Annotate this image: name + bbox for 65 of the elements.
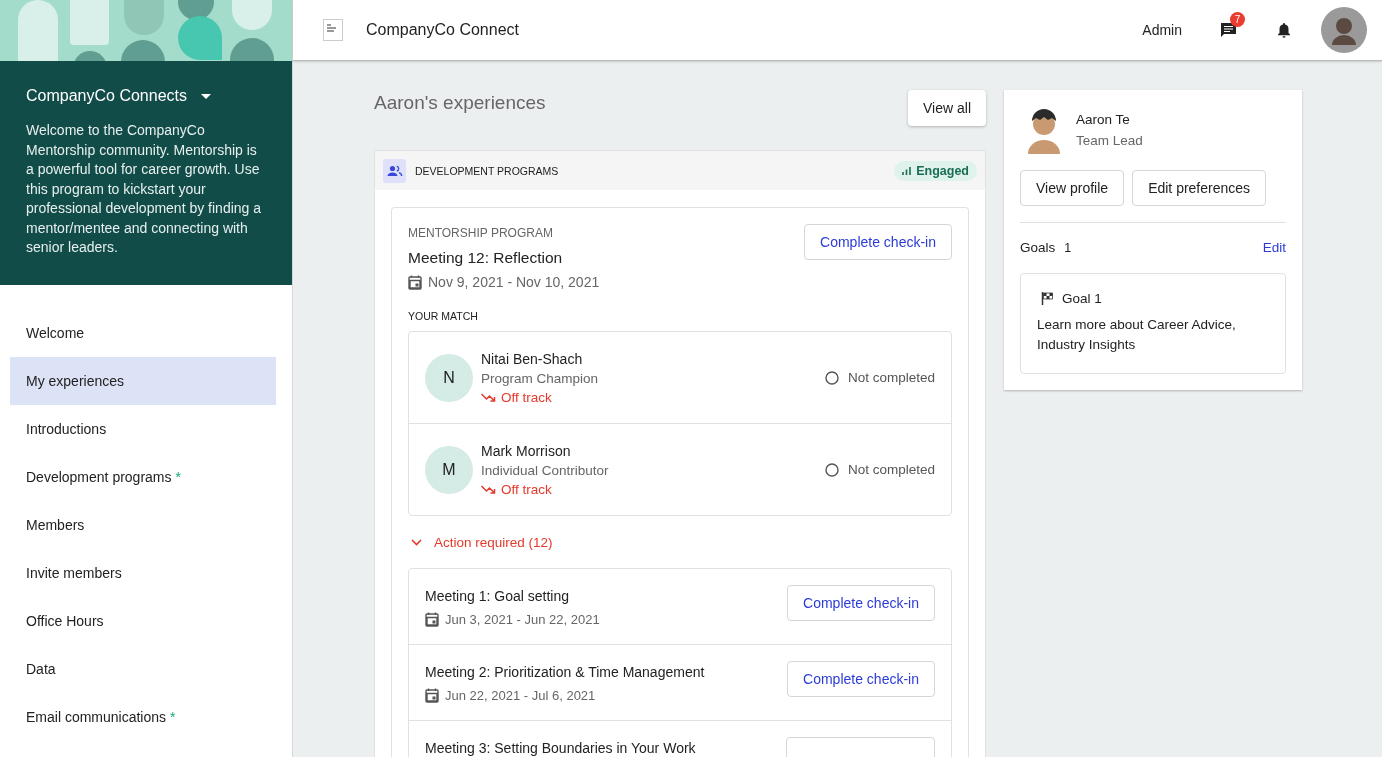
match-name: Mark Morrison [481, 442, 572, 459]
circle-icon [824, 462, 839, 477]
profile-name: Aaron Te [1076, 112, 1131, 127]
calendar-icon [425, 612, 439, 627]
trend-down-icon [481, 484, 496, 494]
profile-button[interactable]: View profile [1020, 170, 1125, 206]
calendar-icon [408, 274, 422, 290]
profile-role: Team Lead [1076, 133, 1143, 148]
meeting-title: Meeting 2: Prioritization & Time Management [425, 663, 705, 680]
nav-item[interactable]: My experiences [10, 357, 276, 405]
nav-item[interactable]: Introductions [10, 405, 276, 453]
meeting-dates: Jun 22, 2021 - Jul 6, 2021 [445, 688, 596, 703]
nav-item[interactable]: Email communications * [10, 693, 276, 741]
page-title: Aaron's experiences [374, 91, 546, 114]
trend-down-icon [481, 392, 496, 402]
check-in-button[interactable]: Complete check-in [787, 661, 935, 697]
program-category: MENTORSHIP PROGRAM [408, 226, 554, 240]
notification-badge: 7 [1230, 11, 1245, 27]
initial-avatar: N [425, 353, 473, 402]
check-in-button[interactable]: Complete check-in [787, 585, 935, 621]
completion-status: Not completed [847, 462, 935, 477]
calendar-icon [425, 688, 439, 703]
match-role: Individual Contributor [481, 462, 610, 478]
message-icon[interactable] [1220, 21, 1237, 39]
nav-item[interactable]: Welcome [10, 309, 276, 357]
meeting-dates: Nov 9, 2021 - Nov 10, 2021 [428, 274, 600, 290]
community-description: Welcome to the CompanyCo Mentorship community. Mentorship is a powerful tool for career growth. Use this program to kickstart your professional development by finding a mentor/mentee and connecting with senior leaders. [26, 121, 262, 257]
profile-button[interactable]: Edit preferences [1132, 170, 1267, 206]
nav-item[interactable]: Development programs * [10, 453, 276, 501]
avatar-icon[interactable] [1321, 7, 1367, 53]
app-title: CompanyCo Connect [366, 21, 520, 39]
meeting-title: Meeting 3: Setting Boundaries in Your Work [425, 739, 696, 756]
meeting-title: Meeting 12: Reflection [408, 249, 564, 267]
meeting-title: Meeting 1: Goal setting [425, 587, 570, 604]
people-icon [383, 158, 406, 183]
goals-count: 1 [1064, 240, 1073, 255]
circle-icon [824, 370, 839, 385]
action-required-toggle[interactable]: Action required (12) [408, 516, 952, 568]
bell-icon[interactable] [1277, 22, 1291, 38]
goal-description: Learn more about Career Advice, Industry Insights [1037, 316, 1237, 354]
view-all-button[interactable]: View all [908, 90, 986, 126]
match-name: Nitai Ben-Shach [481, 350, 584, 367]
match-role: Program Champion [481, 370, 600, 386]
section-label: DEVELOPMENT PROGRAMS [415, 164, 560, 177]
chevron-icon[interactable] [411, 538, 422, 546]
completion-status: Not completed [847, 370, 935, 385]
goal-title: Goal 1 [1062, 291, 1102, 306]
nav-item[interactable]: Members [10, 501, 276, 549]
flag-icon [1041, 292, 1053, 305]
status-badge: Engaged [894, 160, 977, 181]
goals-label: Goals [1020, 240, 1056, 255]
dropdown-caret-icon[interactable] [200, 93, 211, 99]
match-label: YOUR MATCH [408, 310, 479, 322]
edit-link[interactable]: Edit [1262, 240, 1286, 255]
meeting-dates: Jun 3, 2021 - Jun 22, 2021 [445, 612, 600, 627]
initial-avatar: M [425, 445, 473, 494]
nav-item[interactable]: Office Hours [10, 597, 276, 645]
track-status: Off track [501, 389, 552, 405]
nav-item[interactable]: Data [10, 645, 276, 693]
admin-link[interactable]: Admin [1142, 22, 1182, 38]
logo-icon [323, 19, 343, 41]
nav-item[interactable]: Invite members [10, 549, 276, 597]
check-in-button[interactable]: Complete check-in [804, 224, 952, 260]
community-name[interactable]: CompanyCo Connects [26, 87, 187, 105]
track-status: Off track [501, 481, 552, 497]
